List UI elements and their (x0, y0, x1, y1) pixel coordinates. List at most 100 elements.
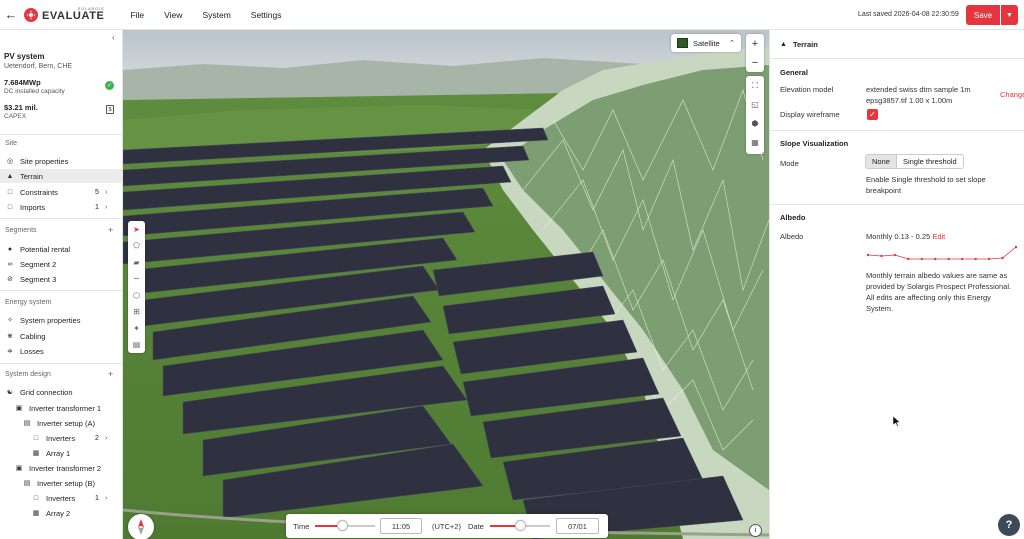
albedo-note: Monthly terrain albedo values are same a… (866, 270, 1011, 314)
globe-icon: ● (7, 245, 13, 253)
terrain-scene[interactable] (123, 30, 769, 539)
time-slider-handle[interactable] (337, 520, 348, 531)
sidebar-item-site-properties[interactable]: ◎ Site properties (0, 154, 122, 168)
sidebar-item-label: Inverter setup (A) (37, 418, 95, 428)
area-draw-icon[interactable]: ▰ (128, 254, 145, 271)
select-cursor-icon[interactable]: ➤ (128, 221, 145, 238)
sidebar-item-grid-connection[interactable]: ☯ Grid connection (0, 385, 122, 399)
mode-none-option[interactable]: None (866, 155, 896, 168)
sidebar-item-label: Losses (20, 346, 44, 356)
sidebar-item-label: Inverters (46, 433, 76, 443)
transformer-icon: ▣ (15, 465, 23, 472)
menu-settings[interactable]: Settings (251, 10, 282, 20)
bolt-icon: ✧ (7, 317, 13, 324)
mountain-icon: ▲ (6, 172, 14, 180)
add-design-plus-icon[interactable]: + (108, 369, 113, 379)
grid-icon: ▦ (32, 450, 40, 457)
sidebar-item-cabling[interactable]: ⋇ Cabling (0, 329, 122, 343)
date-slider-handle[interactable] (515, 520, 526, 531)
menu-file[interactable]: File (130, 10, 144, 20)
sidebar-item-label: Segment 3 (20, 274, 57, 284)
chevron-right-icon[interactable]: › (105, 189, 107, 196)
albedo-point (987, 257, 991, 261)
slope-hint-line: breakpoint (866, 186, 902, 195)
albedo-note-line: System. (866, 304, 894, 313)
sidebar-item-segment-3[interactable]: ⊘ Segment 3 (0, 272, 122, 286)
sidebar-item-array-1[interactable]: ▦ Array 1 (0, 446, 122, 460)
folder-icon: □ (33, 434, 39, 442)
sidebar-item-inverter-transformer-2[interactable]: ▣ Inverter transformer 2 (0, 461, 122, 475)
chevron-right-icon[interactable]: › (105, 495, 107, 502)
object-draw-icon[interactable]: ⬡ (128, 287, 145, 304)
sidebar-divider (0, 218, 122, 219)
mode-single-threshold-option[interactable]: Single threshold (895, 155, 963, 168)
sidebar-item-imports[interactable]: □ Imports 1 › (0, 200, 122, 214)
sidebar-divider (0, 363, 122, 364)
zoom-in-plus-icon[interactable]: + (746, 34, 764, 53)
help-button[interactable]: ? (998, 514, 1020, 536)
exit-fullscreen-icon[interactable]: ◱ (746, 95, 764, 114)
save-button[interactable]: Save (966, 5, 1000, 25)
sidebar-item-inverters-a[interactable]: □ Inverters 2 › (0, 431, 122, 445)
sidebar-item-inverters-b[interactable]: □ Inverters 1 › (0, 491, 122, 505)
back-arrow-icon[interactable]: ← (0, 0, 22, 30)
albedo-sparkline (866, 245, 1018, 261)
panel-title: Terrain (792, 40, 818, 49)
transformer-icon: ▣ (15, 405, 23, 412)
display-wireframe-label: Display wireframe (780, 110, 840, 119)
sidebar-item-terrain[interactable]: ▲ Terrain (0, 169, 122, 183)
inverter-icon: ▤ (23, 480, 31, 487)
albedo-point (947, 257, 950, 261)
grid-view-icon[interactable]: ▦ (746, 133, 764, 152)
sidebar-item-segment-2[interactable]: ∞ Segment 2 (0, 257, 122, 271)
sidebar-item-array-2[interactable]: ▦ Array 2 (0, 506, 122, 520)
chevron-right-icon[interactable]: › (105, 435, 107, 442)
time-label: Time (293, 522, 310, 531)
menu-view[interactable]: View (164, 10, 182, 20)
section-energy-label: Energy system (5, 299, 52, 306)
sidebar-item-label: Site properties (20, 156, 69, 166)
sidebar-item-potential-rental[interactable]: ● Potential rental (0, 242, 122, 256)
zoom-out-minus-icon[interactable]: − (746, 53, 764, 72)
point-tool-icon[interactable]: ✦ (128, 320, 145, 337)
elevation-model-value: extended swiss dtm sample 1m epsg3857.ti… (866, 84, 971, 106)
sidebar-item-inverter-setup-a[interactable]: ▤ Inverter setup (A) (0, 416, 122, 430)
sidebar-item-constraints[interactable]: □ Constraints 5 › (0, 185, 122, 199)
ruler-measure-icon[interactable]: ▤ (128, 337, 145, 354)
time-input[interactable]: 11:05 (380, 518, 422, 534)
info-icon[interactable]: i (749, 524, 762, 537)
display-wireframe-checkbox[interactable]: ✓ (867, 109, 878, 120)
capex-label: CAPEX (4, 113, 27, 120)
sidebar-item-label: Inverters (46, 493, 76, 503)
date-input[interactable]: 07/01 (556, 518, 599, 534)
change-elevation-link[interactable]: Change (1000, 90, 1024, 99)
path-draw-icon[interactable]: ∽ (128, 271, 145, 288)
sidebar-item-inverter-transformer-1[interactable]: ▣ Inverter transformer 1 (0, 401, 122, 415)
polygon-draw-icon[interactable]: ⬠ (128, 238, 145, 255)
map-3d-view[interactable]: Satellite ⌃ + − ⛶ ◱ ⬢ ▦ ➤ ⬠ ▰ ∽ ⬡ ⊞ ✦ ▤ … (123, 30, 769, 539)
sidebar-item-system-properties[interactable]: ✧ System properties (0, 313, 122, 327)
slope-hint-line: Enable Single threshold to set slope (866, 175, 986, 184)
menu-system[interactable]: System (202, 10, 230, 20)
logo: SOLARGIS EVALUATE (24, 7, 104, 22)
project-location: Uetendorf, Bern, CHE (4, 63, 73, 70)
chevron-right-icon[interactable]: › (105, 204, 107, 211)
capex-dollar-icon[interactable]: $ (106, 105, 114, 114)
panel-header: ▲ Terrain (780, 40, 818, 49)
add-segment-plus-icon[interactable]: + (108, 225, 113, 235)
sidebar-item-losses[interactable]: ≑ Losses (0, 344, 122, 358)
save-options-chevron-icon[interactable]: ▼ (1001, 5, 1018, 25)
item-count: 1 (95, 494, 99, 502)
fullscreen-icon[interactable]: ⛶ (746, 76, 764, 95)
elevation-file-line: extended swiss dtm sample 1m (866, 85, 971, 94)
cube-3d-icon[interactable]: ⬢ (746, 114, 764, 133)
compass-icon[interactable] (128, 514, 154, 539)
collapse-sidebar-chevron-icon[interactable]: ‹ (112, 33, 115, 42)
edit-albedo-link[interactable]: Edit (932, 232, 945, 241)
layer-selector-button[interactable]: Satellite ⌃ (671, 34, 741, 52)
date-label: Date (468, 522, 484, 531)
top-bar: ← SOLARGIS EVALUATE File View System Set… (0, 0, 1024, 30)
sidebar-item-inverter-setup-b[interactable]: ▤ Inverter setup (B) (0, 476, 122, 490)
mountain-icon: ▲ (780, 41, 787, 48)
chart-tool-icon[interactable]: ⊞ (128, 304, 145, 321)
